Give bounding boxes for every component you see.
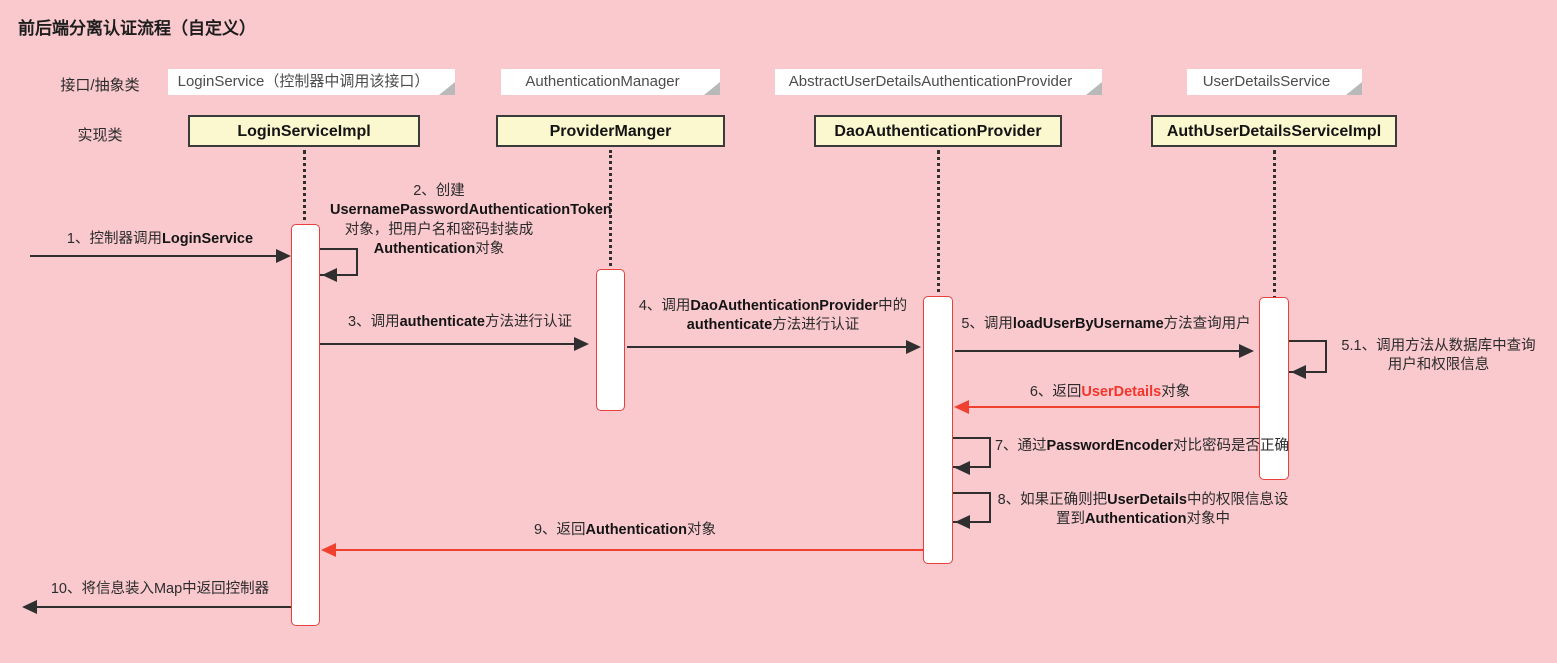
- message-label-1: 1、控制器调用LoginService: [66, 231, 254, 247]
- interface-label: AuthenticationManager: [525, 73, 680, 90]
- message-label-8: 8、如果正确则把UserDetails中的权限信息设置到Authenticati…: [997, 492, 1289, 528]
- message-label-4: 4、调用DaoAuthenticationProvider中的authentic…: [638, 298, 908, 334]
- message-arrowhead-10: [22, 600, 37, 614]
- impl-label: AuthUserDetailsServiceImpl: [1166, 123, 1382, 140]
- message-arrowhead-6: [954, 400, 969, 414]
- impl-box-login-service-impl[interactable]: LoginServiceImpl: [188, 115, 420, 147]
- message-label-10: 10、将信息装入Map中返回控制器: [50, 581, 270, 597]
- message-line-1: [30, 255, 277, 257]
- message-arrowhead-5-1: [1291, 365, 1306, 379]
- message-line-4: [627, 346, 907, 348]
- message-arrowhead-1: [276, 249, 291, 263]
- sequence-diagram-canvas: 前后端分离认证流程（自定义） 接口/抽象类 实现类 LoginService（控…: [0, 0, 1557, 663]
- message-label-5: 5、调用loadUserByUsername方法查询用户: [961, 316, 1251, 332]
- note-fold-corner-icon: [439, 82, 455, 95]
- message-label-2: 2、创建 UsernamePasswordAuthenticationToken对…: [330, 183, 612, 257]
- impl-label: ProviderManger: [549, 123, 672, 140]
- interface-box-login-service: LoginService（控制器中调用该接口）: [168, 69, 455, 95]
- message-line-5: [955, 350, 1240, 352]
- lifeline-auth-user-details-service-impl: [1273, 150, 1276, 300]
- message-line-3: [320, 343, 575, 345]
- message-arrowhead-3: [574, 337, 589, 351]
- message-arrowhead-7: [955, 461, 970, 475]
- interface-label: LoginService（控制器中调用该接口）: [177, 73, 430, 90]
- interface-box-user-details-service: UserDetailsService: [1187, 69, 1362, 95]
- note-fold-corner-icon: [1346, 82, 1362, 95]
- message-arrowhead-5: [1239, 344, 1254, 358]
- message-line-10: [36, 606, 291, 608]
- message-arrowhead-4: [906, 340, 921, 354]
- message-line-9: [335, 549, 923, 551]
- page-title: 前后端分离认证流程（自定义）: [18, 19, 256, 38]
- message-label-3: 3、调用authenticate方法进行认证: [348, 314, 572, 330]
- interface-box-authentication-manager: AuthenticationManager: [501, 69, 720, 95]
- row-label-interface: 接口/抽象类: [60, 77, 140, 94]
- impl-label: DaoAuthenticationProvider: [834, 123, 1042, 140]
- activation-bar-provider-manger: [596, 269, 625, 411]
- message-label-9: 9、返回Authentication对象: [533, 522, 717, 538]
- note-fold-corner-icon: [704, 82, 720, 95]
- impl-box-provider-manger[interactable]: ProviderManger: [496, 115, 725, 147]
- row-label-implementation: 实现类: [77, 127, 123, 144]
- message-label-6: 6、返回UserDetails对象: [1029, 384, 1191, 400]
- interface-label: AbstractUserDetailsAuthenticationProvide…: [788, 73, 1073, 90]
- message-arrowhead-9: [321, 543, 336, 557]
- message-label-5-1: 5.1、调用方法从数据库中查询用户和权限信息: [1341, 338, 1536, 374]
- lifeline-dao-authentication-provider: [937, 150, 940, 300]
- impl-box-dao-authentication-provider[interactable]: DaoAuthenticationProvider: [814, 115, 1062, 147]
- note-fold-corner-icon: [1086, 82, 1102, 95]
- interface-label: UserDetailsService: [1202, 73, 1331, 90]
- lifeline-login-service-impl: [303, 150, 306, 228]
- activation-bar-dao-authentication-provider: [923, 296, 953, 564]
- message-label-7: 7、通过PasswordEncoder对比密码是否正确: [994, 438, 1290, 454]
- impl-box-auth-user-details-service-impl[interactable]: AuthUserDetailsServiceImpl: [1151, 115, 1397, 147]
- interface-box-abstract-user-details-authentication-provider: AbstractUserDetailsAuthenticationProvide…: [775, 69, 1102, 95]
- activation-bar-login-service-impl: [291, 224, 320, 626]
- message-arrowhead-2: [322, 268, 337, 282]
- message-arrowhead-8: [955, 515, 970, 529]
- message-line-6: [968, 406, 1260, 408]
- impl-label: LoginServiceImpl: [237, 123, 371, 140]
